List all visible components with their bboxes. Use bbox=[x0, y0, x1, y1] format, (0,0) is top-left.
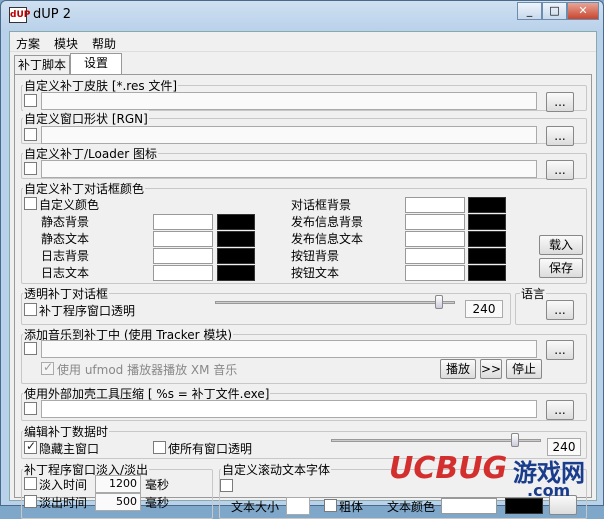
log-bg-label: 日志背景 bbox=[41, 249, 90, 263]
skin-checkbox[interactable] bbox=[24, 94, 37, 107]
use-ufmod-label: 使用 ufmod 播放器播放 XM 音乐 bbox=[57, 363, 238, 377]
info-text-preview[interactable] bbox=[468, 231, 506, 247]
all-transparent-checkbox[interactable] bbox=[153, 441, 166, 454]
button-text-label: 按钮文本 bbox=[291, 266, 340, 280]
transparent-checkbox[interactable] bbox=[24, 303, 37, 316]
next-button[interactable]: >> bbox=[480, 359, 502, 379]
info-bg-label: 发布信息背景 bbox=[291, 215, 364, 229]
save-colors-button[interactable]: 保存 bbox=[539, 258, 583, 278]
custom-color-label: 自定义颜色 bbox=[39, 198, 100, 212]
fade-out-field[interactable]: 500 bbox=[95, 493, 141, 511]
button-text-color[interactable] bbox=[405, 265, 465, 281]
static-bg-label: 静态背景 bbox=[41, 215, 90, 229]
fade-in-unit: 毫秒 bbox=[145, 478, 170, 492]
text-size-label: 文本大小 bbox=[231, 500, 280, 514]
language-label: 语言 bbox=[520, 285, 547, 302]
transparent-check-label: 补丁程序窗口透明 bbox=[39, 304, 136, 318]
info-text-color[interactable] bbox=[405, 231, 465, 247]
hide-main-label: 隐藏主窗口 bbox=[39, 442, 100, 456]
all-transparent-label: 使所有窗口透明 bbox=[168, 442, 253, 456]
music-path-field[interactable] bbox=[41, 340, 537, 358]
info-bg-preview[interactable] bbox=[468, 214, 506, 230]
fade-out-unit: 毫秒 bbox=[145, 496, 170, 510]
log-bg-color[interactable] bbox=[153, 248, 213, 264]
minimize-button[interactable]: _ bbox=[517, 2, 542, 20]
dialog-bg-color[interactable] bbox=[405, 197, 465, 213]
static-text-label: 静态文本 bbox=[41, 232, 90, 246]
shape-checkbox[interactable] bbox=[24, 128, 37, 141]
skin-path-field[interactable] bbox=[41, 92, 537, 110]
button-bg-label: 按钮背景 bbox=[291, 249, 340, 263]
fade-in-field[interactable]: 1200 bbox=[95, 475, 141, 493]
icon-checkbox[interactable] bbox=[24, 162, 37, 175]
title-bar[interactable]: dUP dUP 2 _ □ ✕ bbox=[1, 1, 604, 29]
dialog-bg-label: 对话框背景 bbox=[291, 198, 352, 212]
shape-path-field[interactable] bbox=[41, 126, 537, 144]
shape-label: 自定义窗口形状 [RGN] bbox=[23, 110, 149, 127]
static-text-preview[interactable] bbox=[217, 231, 255, 247]
info-bg-color[interactable] bbox=[405, 214, 465, 230]
app-window: dUP dUP 2 _ □ ✕ 方案 模块 帮助 补丁脚本 设置 自定义补丁皮肤… bbox=[0, 0, 604, 519]
text-size-field[interactable] bbox=[286, 497, 310, 515]
log-text-label: 日志文本 bbox=[41, 266, 90, 280]
edit-slider-track[interactable] bbox=[331, 439, 541, 442]
scroll-font-label: 自定义滚动文本字体 bbox=[221, 461, 332, 478]
app-icon: dUP bbox=[9, 7, 30, 23]
fade-in-checkbox[interactable] bbox=[24, 477, 37, 490]
log-bg-preview[interactable] bbox=[217, 248, 255, 264]
fade-out-checkbox[interactable] bbox=[24, 495, 37, 508]
hide-main-checkbox[interactable] bbox=[24, 439, 37, 454]
menu-module[interactable]: 模块 bbox=[54, 35, 78, 52]
edit-slider-thumb[interactable] bbox=[511, 433, 519, 447]
packer-checkbox[interactable] bbox=[24, 402, 37, 415]
static-bg-preview[interactable] bbox=[217, 214, 255, 230]
icon-path-field[interactable] bbox=[41, 160, 537, 178]
scroll-font-checkbox[interactable] bbox=[220, 479, 233, 492]
transparent-value[interactable]: 240 bbox=[465, 300, 503, 318]
transparent-slider-track[interactable] bbox=[215, 301, 455, 304]
language-browse-button[interactable]: ... bbox=[546, 300, 574, 320]
close-button[interactable]: ✕ bbox=[567, 2, 599, 20]
shape-browse-button[interactable]: ... bbox=[546, 126, 574, 146]
watermark-brand: UCBUG bbox=[389, 451, 508, 486]
info-text-label: 发布信息文本 bbox=[291, 232, 364, 246]
fade-in-label: 淡入时间 bbox=[39, 478, 88, 492]
fade-out-label: 淡出时间 bbox=[39, 496, 88, 510]
music-browse-button[interactable]: ... bbox=[546, 340, 574, 360]
packer-browse-button[interactable]: ... bbox=[546, 400, 574, 420]
menu-scheme[interactable]: 方案 bbox=[16, 35, 40, 52]
static-bg-color[interactable] bbox=[153, 214, 213, 230]
play-button[interactable]: 播放 bbox=[440, 359, 476, 379]
tab-settings[interactable]: 设置 bbox=[70, 53, 122, 75]
transparent-label: 透明补丁对话框 bbox=[23, 285, 110, 302]
settings-panel: 自定义补丁皮肤 [*.res 文件] ... 自定义窗口形状 [RGN] ...… bbox=[14, 74, 592, 519]
skin-browse-button[interactable]: ... bbox=[546, 92, 574, 112]
menu-help[interactable]: 帮助 bbox=[92, 35, 116, 52]
tab-patch-script[interactable]: 补丁脚本 bbox=[14, 55, 70, 75]
watermark-domain: .com bbox=[527, 481, 571, 500]
dialog-bg-preview[interactable] bbox=[468, 197, 506, 213]
maximize-button[interactable]: □ bbox=[542, 2, 567, 20]
packer-command-field[interactable] bbox=[41, 400, 537, 418]
use-ufmod-checkbox[interactable] bbox=[41, 360, 54, 375]
custom-color-checkbox[interactable] bbox=[24, 197, 37, 210]
ucbug-watermark: UCBUG 游戏网 .com bbox=[389, 447, 601, 503]
load-colors-button[interactable]: 载入 bbox=[539, 235, 583, 255]
log-text-preview[interactable] bbox=[217, 265, 255, 281]
icon-browse-button[interactable]: ... bbox=[546, 160, 574, 180]
music-checkbox[interactable] bbox=[24, 342, 37, 355]
window-title: dUP 2 bbox=[33, 7, 72, 22]
stop-button[interactable]: 停止 bbox=[506, 359, 542, 379]
button-text-preview[interactable] bbox=[468, 265, 506, 281]
edit-label: 编辑补丁数据时 bbox=[23, 423, 110, 440]
bold-label: 粗体 bbox=[339, 500, 364, 514]
client-area: 方案 模块 帮助 补丁脚本 设置 自定义补丁皮肤 [*.res 文件] ... … bbox=[9, 31, 597, 519]
menu-bar: 方案 模块 帮助 bbox=[10, 32, 596, 52]
transparent-slider-thumb[interactable] bbox=[435, 295, 443, 309]
colors-label: 自定义补丁对话框颜色 bbox=[23, 180, 146, 197]
log-text-color[interactable] bbox=[153, 265, 213, 281]
static-text-color[interactable] bbox=[153, 231, 213, 247]
button-bg-color[interactable] bbox=[405, 248, 465, 264]
button-bg-preview[interactable] bbox=[468, 248, 506, 264]
